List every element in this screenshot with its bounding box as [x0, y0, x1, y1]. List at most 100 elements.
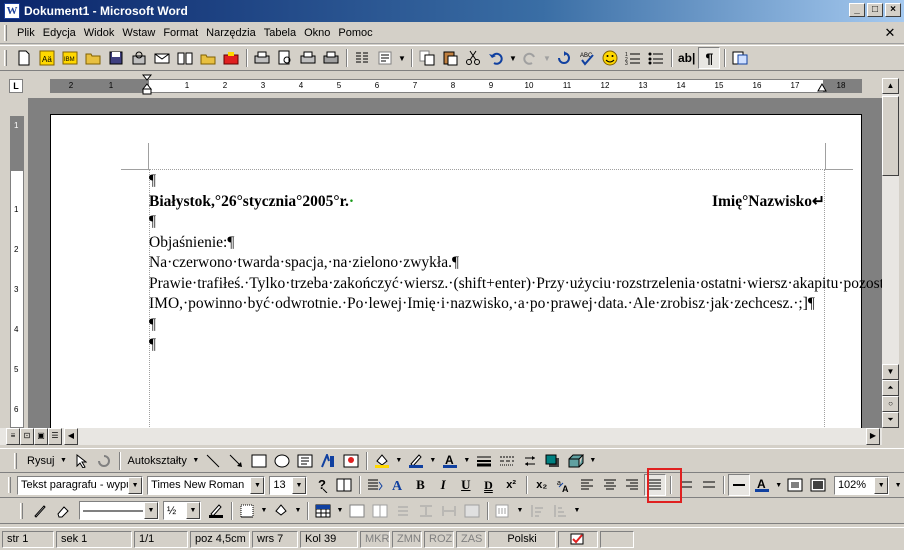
status-trk[interactable]: ZMN — [392, 530, 422, 548]
repeat-icon[interactable] — [553, 47, 575, 69]
bold-button[interactable]: B — [410, 474, 432, 496]
align-center-icon[interactable] — [599, 474, 621, 496]
doc-line-9[interactable]: ¶ — [149, 335, 825, 356]
book-view-icon[interactable] — [334, 474, 356, 496]
3d-icon[interactable] — [565, 450, 587, 472]
draw-table-icon[interactable] — [29, 500, 51, 522]
print-icon[interactable] — [251, 47, 273, 69]
line-style-icon[interactable] — [473, 450, 495, 472]
normal-view-icon[interactable]: ≡ — [6, 428, 20, 445]
undo-dropdown-icon[interactable]: ▼ — [508, 47, 518, 69]
oval-tool-icon[interactable] — [271, 450, 293, 472]
web-view-icon[interactable]: ⊡ — [20, 428, 34, 445]
draw-menu-button[interactable]: Rysuj — [23, 451, 59, 471]
shading-dropdown-icon[interactable]: ▼ — [293, 500, 303, 522]
fill-color-dropdown-icon[interactable]: ▼ — [394, 450, 404, 472]
styles-pane-icon[interactable] — [364, 474, 386, 496]
spelling-status-icon[interactable] — [558, 530, 598, 548]
close-button[interactable]: × — [885, 3, 901, 17]
doc-line-4[interactable]: Objaśnienie:¶ — [149, 233, 825, 254]
outline-view-icon[interactable]: ☰ — [48, 428, 62, 445]
toolbar-grip[interactable] — [20, 502, 23, 519]
cut-icon[interactable] — [462, 47, 484, 69]
underline-button[interactable]: U — [455, 474, 477, 496]
insert-table-dropdown-icon[interactable]: ▼ — [335, 500, 345, 522]
line-tool-icon[interactable] — [202, 450, 224, 472]
smiley-icon[interactable] — [599, 47, 621, 69]
sort-descending-icon[interactable] — [549, 500, 571, 522]
red-folder-icon[interactable] — [220, 47, 242, 69]
menu-wstaw[interactable]: Wstaw — [118, 25, 159, 41]
show-hide-button[interactable]: ¶ — [698, 47, 721, 69]
document-text[interactable]: ¶ Białystok,°26°stycznia°2005°r.· Imię°N… — [149, 171, 882, 356]
doc-line-3[interactable]: ¶ — [149, 212, 825, 233]
zoom-select[interactable]: 102% ▼ — [833, 475, 890, 495]
italic-button[interactable]: I — [432, 474, 454, 496]
status-ovr[interactable]: ZAS — [456, 530, 486, 548]
merge-cells-icon[interactable] — [346, 500, 368, 522]
align-right-icon[interactable] — [622, 474, 644, 496]
doc-line-5[interactable]: Na·czerwono·twarda·spacja,·na·zielono·zw… — [149, 253, 825, 274]
style-select[interactable]: Tekst paragrafu - wypu ▼ — [16, 475, 144, 495]
font-color-dropdown-icon[interactable]: ▼ — [462, 450, 472, 472]
autoshapes-dropdown-icon[interactable]: ▼ — [191, 450, 201, 472]
toolbar-options-icon[interactable]: ▼ — [572, 500, 582, 522]
double-underline-button[interactable]: D — [478, 474, 500, 496]
menu-plik[interactable]: Plik — [13, 25, 39, 41]
text-direction-icon[interactable] — [492, 500, 514, 522]
diagram-icon[interactable] — [340, 450, 362, 472]
table-autoformat-icon[interactable] — [461, 500, 483, 522]
print-layout-icon[interactable]: ▣ — [34, 428, 48, 445]
line-weight-dropdown-icon[interactable]: ▼ — [186, 502, 200, 519]
doc-line-2[interactable]: Białystok,°26°stycznia°2005°r.· Imię°Naz… — [149, 192, 825, 213]
outside-border-icon[interactable] — [236, 500, 258, 522]
scroll-thumb[interactable] — [882, 96, 899, 176]
status-language[interactable]: Polski — [488, 530, 556, 548]
horizontal-ruler[interactable]: 2 1 1 2 3 4 5 6 7 8 9 10 11 12 13 14 15 … — [50, 79, 862, 93]
arrow-style-icon[interactable] — [519, 450, 541, 472]
zoom-dropdown-icon[interactable]: ▼ — [874, 476, 889, 494]
doc-paragraph-6[interactable]: Prawie·trafiłeś.·Tylko·trzeba·zakończyć·… — [149, 274, 882, 295]
template-icon[interactable]: Aä — [36, 47, 58, 69]
align-left-icon[interactable] — [576, 474, 598, 496]
rectangle-tool-icon[interactable] — [248, 450, 270, 472]
wordart-icon[interactable] — [317, 450, 339, 472]
font-size-select[interactable]: 13 ▼ — [269, 475, 307, 495]
next-page-icon[interactable]: ⏷ — [882, 412, 899, 428]
numbering-icon[interactable]: 123 — [622, 47, 644, 69]
name-text[interactable]: Imię°Nazwisko↵ — [712, 192, 825, 213]
document-close-icon[interactable]: ✕ — [882, 25, 898, 41]
style-dropdown-icon[interactable]: ▼ — [128, 476, 143, 494]
text-direction-dropdown-icon[interactable]: ▼ — [515, 500, 525, 522]
menu-format[interactable]: Format — [159, 25, 202, 41]
ab-field-button[interactable]: ab| — [676, 47, 697, 69]
toolbar-options-icon[interactable]: ▼ — [588, 450, 598, 472]
shadow-icon[interactable] — [542, 450, 564, 472]
toolbar-grip[interactable] — [14, 452, 17, 469]
change-case-icon[interactable]: aA — [554, 474, 576, 496]
menu-narzedzia[interactable]: Narzędzia — [202, 25, 260, 41]
scroll-down-icon[interactable]: ▼ — [882, 364, 899, 380]
book-icon[interactable] — [174, 47, 196, 69]
scroll-up-icon[interactable]: ▲ — [882, 78, 899, 94]
font-color-icon[interactable]: A — [439, 450, 461, 472]
open-icon[interactable] — [197, 47, 219, 69]
shading-color-icon[interactable] — [270, 500, 292, 522]
redo-icon[interactable] — [519, 47, 541, 69]
font-dialog-icon[interactable]: A — [387, 474, 409, 496]
toolbar-grip[interactable] — [8, 477, 11, 493]
doc-line-1[interactable]: ¶ — [149, 171, 825, 192]
vertical-scrollbar[interactable]: ▲ ▼ ⏶ ○ ⏷ — [882, 78, 899, 428]
browse-object-icon[interactable]: ○ — [882, 396, 899, 412]
line-color-dropdown-icon[interactable]: ▼ — [428, 450, 438, 472]
indent-marker-icon[interactable] — [142, 74, 152, 96]
line-spacing-icon[interactable] — [698, 474, 720, 496]
menu-tabela[interactable]: Tabela — [260, 25, 300, 41]
vertical-ruler[interactable]: 1 1 2 3 4 5 6 — [10, 116, 24, 428]
border-icon[interactable] — [728, 474, 751, 496]
save-icon[interactable] — [105, 47, 127, 69]
research-icon[interactable] — [320, 47, 342, 69]
redo-dropdown-icon[interactable]: ▼ — [542, 47, 552, 69]
ibm-icon[interactable]: IBM — [59, 47, 81, 69]
menu-pomoc[interactable]: Pomoc — [334, 25, 376, 41]
